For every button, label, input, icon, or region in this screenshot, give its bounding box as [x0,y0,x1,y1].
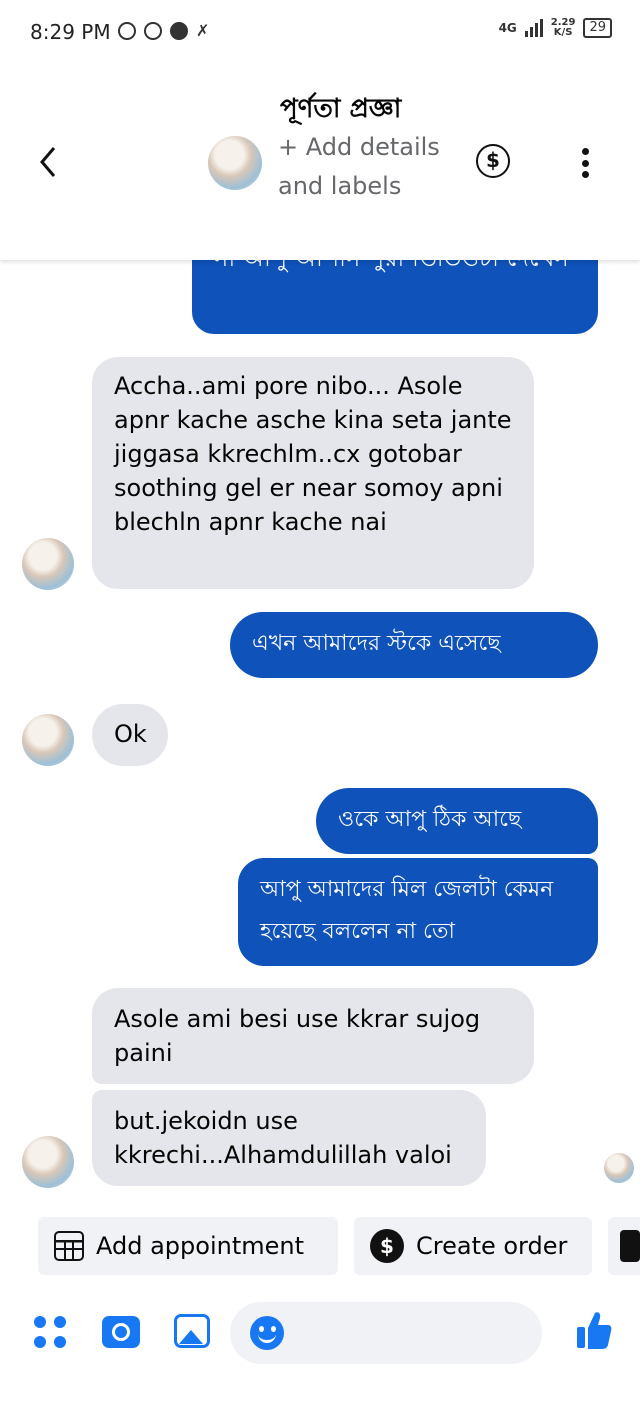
create-order-label: Create order [416,1232,568,1260]
notification-icons: ✗ [118,21,209,40]
message-bubble-outgoing[interactable]: এখন আমাদের স্টকে এসেছে [230,612,598,678]
add-details-link[interactable]: + Add details and labels [278,128,448,206]
message-bubble-incoming[interactable]: Accha..ami pore nibo... Asole apnr kache… [92,357,534,589]
message-bubble-outgoing[interactable]: ওকে আপু ঠিক আছে [316,788,598,854]
net-speed-unit: K/S [553,27,573,38]
battery-icon: 29 [583,18,612,38]
camera-icon[interactable] [102,1316,140,1348]
message-bubble-incoming[interactable]: Asole ami besi use kkrar sujog paini [92,988,534,1084]
seen-receipt-avatar [604,1153,634,1183]
status-time: 8:29 PM [30,20,111,44]
message-bubble-incoming[interactable]: but.jekoidn use kkrechi...Alhamdulillah … [92,1090,486,1186]
net-speed: 2.29 K/S [551,18,576,38]
document-icon [620,1230,640,1262]
calendar-icon [54,1231,84,1261]
thumbs-up-icon[interactable] [576,1310,612,1350]
status-bar: 8:29 PM ✗ 4G 2.29 K/S 29 [0,0,640,66]
notification-icon [144,21,162,40]
photo-icon[interactable] [174,1314,210,1348]
message-composer: Aa [0,1296,640,1372]
menu-dots-icon[interactable] [34,1316,66,1348]
message-bubble-incoming[interactable]: Ok [92,704,168,766]
more-quick-reply-button[interactable] [608,1217,640,1275]
message-bubble-outgoing[interactable]: আপু আমাদের মিল জেলটা কেমন হয়েছে বললেন ন… [238,858,598,966]
alarm-icon: ✗ [196,21,210,40]
status-right: 4G 2.29 K/S 29 [499,18,612,38]
signal-icon [524,19,543,37]
dollar-icon[interactable]: $ [476,144,510,178]
emoji-icon[interactable] [250,1316,284,1350]
more-options-icon[interactable] [578,148,592,178]
add-appointment-label: Add appointment [96,1232,305,1260]
back-icon[interactable] [34,144,64,180]
contact-name[interactable]: পূর্ণতা প্রজ্ঞা [280,88,401,132]
message-input[interactable]: Aa [230,1302,542,1364]
sender-avatar[interactable] [22,538,74,590]
messenger-notification-icon [170,21,188,40]
notification-icon [118,21,136,40]
add-appointment-button[interactable]: Add appointment [38,1217,338,1275]
conversation-header: পূর্ণতা প্রজ্ঞা + Add details and labels… [0,66,640,260]
sender-avatar[interactable] [22,1136,74,1188]
sender-avatar[interactable] [22,714,74,766]
contact-avatar[interactable] [208,136,262,190]
network-type: 4G [498,21,517,35]
dollar-icon: $ [370,1229,404,1263]
create-order-button[interactable]: $ Create order [354,1217,592,1275]
